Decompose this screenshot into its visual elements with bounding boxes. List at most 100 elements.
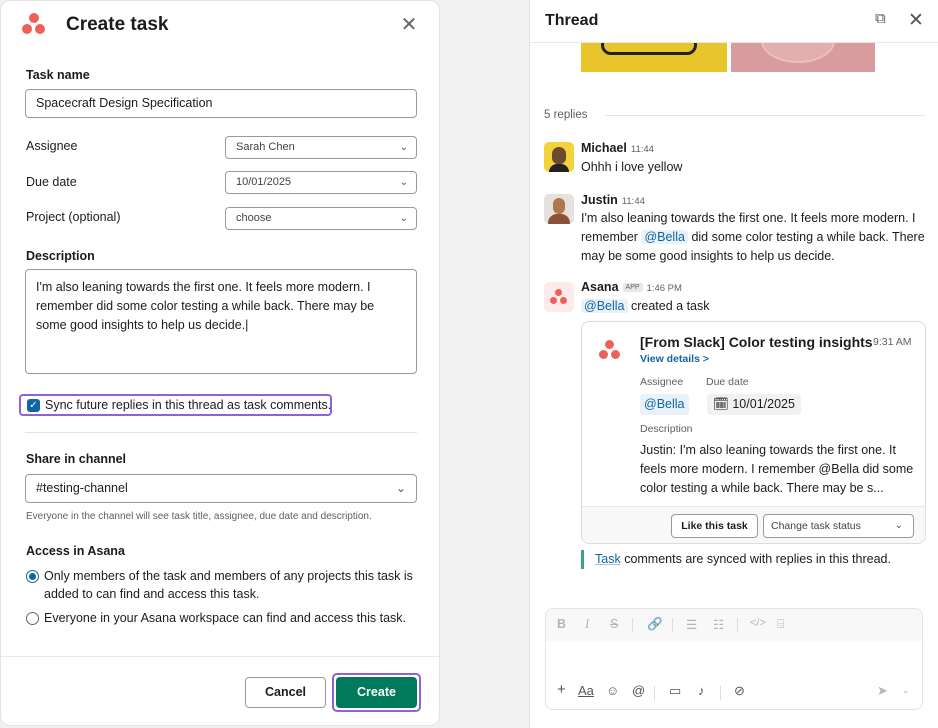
app-badge: APP [622, 283, 643, 292]
link-icon[interactable]: 🔗 [647, 617, 663, 632]
due-date-label: Due date [26, 175, 77, 189]
strikethrough-icon[interactable]: S [610, 617, 618, 631]
message-author[interactable]: Michael 11:44 [581, 141, 654, 155]
mention-icon[interactable]: @ [632, 683, 645, 698]
thread-title: Thread [545, 12, 599, 29]
video-icon[interactable]: ▭ [669, 683, 681, 699]
sync-replies-label: Sync future replies in this thread as ta… [45, 398, 332, 412]
message-author[interactable]: Asana APP 1:46 PM [581, 280, 682, 294]
assignee-label: Assignee [640, 376, 684, 388]
project-value: choose [236, 212, 272, 224]
toolbar-separator [672, 618, 673, 632]
due-date-select[interactable]: 10/01/2025 ⌄ [225, 171, 417, 194]
synced-notice: Task comments are synced with replies in… [581, 550, 891, 569]
due-date-chip[interactable]: 🗓 10/01/2025 [707, 394, 801, 415]
task-card-description: Justin: I'm also leaning towards the fir… [640, 441, 920, 498]
message-text: I'm also leaning towards the first one. … [581, 209, 931, 266]
message-composer[interactable]: B I S 🔗 ☰ ☷ </> ⌸ + Aa ☺ @ ▭ ♪ ⊘ ➤ ⌄ [545, 608, 923, 710]
microphone-icon[interactable]: ♪ [698, 683, 705, 698]
access-radio-workspace[interactable] [26, 612, 39, 625]
assignee-select[interactable]: Sarah Chen ⌄ [225, 136, 417, 159]
checkbox-checked-icon[interactable]: ✓ [27, 399, 40, 412]
bulleted-list-icon[interactable]: ☷ [713, 617, 724, 632]
send-icon[interactable]: ➤ [877, 683, 888, 699]
app-root: Create task ✕ Task name Spacecraft Desig… [0, 0, 938, 728]
slash-command-icon[interactable]: ⊘ [734, 683, 745, 699]
assignee-chip[interactable]: @Bella [640, 394, 689, 415]
italic-icon[interactable]: I [585, 617, 589, 632]
avatar[interactable] [544, 194, 574, 224]
formatting-toolbar: B I S 🔗 ☰ ☷ </> ⌸ [546, 609, 922, 641]
sync-replies-checkbox[interactable]: ✓ Sync future replies in this thread as … [19, 394, 332, 416]
synced-notice-text: comments are synced with replies in this… [624, 552, 891, 566]
close-icon[interactable]: ✕ [397, 13, 421, 37]
description-textarea[interactable]: I'm also leaning towards the first one. … [25, 269, 417, 374]
project-label: Project (optional) [26, 210, 121, 224]
author-name: Justin [581, 193, 618, 207]
task-name-input[interactable]: Spacecraft Design Specification [25, 89, 417, 118]
code-icon[interactable]: </> [750, 617, 766, 629]
chevron-down-icon: ⌄ [399, 177, 408, 188]
assignee-label: Assignee [26, 139, 78, 153]
emoji-icon[interactable]: ☺ [606, 683, 619, 698]
asana-task-card: [From Slack] Color testing insights 9:31… [581, 321, 926, 544]
message-time[interactable]: 1:46 PM [647, 283, 682, 294]
calendar-icon: 🗓 [713, 397, 729, 411]
task-card-title[interactable]: [From Slack] Color testing insights [640, 334, 873, 350]
avatar[interactable] [544, 142, 574, 172]
access-option-workspace: Everyone in your Asana workspace can fin… [44, 611, 406, 625]
chevron-down-icon: ⌄ [894, 520, 903, 531]
channel-select[interactable]: #testing-channel ⌄ [25, 474, 417, 503]
chevron-down-icon[interactable]: ⌄ [902, 685, 910, 696]
assignee-value: Sarah Chen [236, 141, 295, 153]
attached-image-pink[interactable] [731, 43, 875, 72]
text-format-icon[interactable]: Aa [578, 683, 594, 698]
replies-divider [605, 115, 925, 116]
asana-app-avatar[interactable] [544, 282, 574, 312]
task-name-label: Task name [26, 68, 90, 82]
cancel-button[interactable]: Cancel [245, 677, 326, 708]
due-date-value: 10/01/2025 [732, 397, 795, 411]
asana-logo-icon [599, 340, 621, 360]
description-label: Description [640, 423, 693, 435]
channel-value: #testing-channel [36, 481, 128, 495]
access-label: Access in Asana [26, 544, 125, 558]
view-details-link[interactable]: View details > [640, 353, 709, 365]
author-name: Michael [581, 141, 627, 155]
message-text: Ohhh i love yellow [581, 160, 683, 174]
task-card-actions: Like this task Change task status ⌄ [582, 506, 925, 543]
create-button[interactable]: Create [336, 677, 417, 708]
task-card-time: 9:31 AM [873, 336, 912, 348]
modal-header: Create task ✕ [1, 1, 439, 51]
open-in-window-icon[interactable]: ⧉ [875, 10, 895, 30]
message-time[interactable]: 11:44 [622, 196, 645, 207]
replies-count: 5 replies [544, 109, 588, 121]
due-date-value: 10/01/2025 [236, 176, 292, 188]
message-text-part: created a task [630, 299, 710, 313]
attached-image-yellow[interactable] [581, 43, 727, 72]
create-task-modal: Create task ✕ Task name Spacecraft Desig… [0, 0, 440, 726]
mention-bella[interactable]: @Bella [641, 230, 688, 244]
toolbar-separator [654, 686, 655, 700]
mention-bella[interactable]: @Bella [581, 299, 628, 313]
code-block-icon[interactable]: ⌸ [777, 617, 785, 632]
close-icon[interactable]: ✕ [908, 9, 924, 32]
bold-icon[interactable]: B [557, 617, 566, 631]
message-author[interactable]: Justin 11:44 [581, 193, 645, 207]
project-select[interactable]: choose ⌄ [225, 207, 417, 230]
chevron-down-icon: ⌄ [399, 142, 408, 153]
mention-bella[interactable]: @Bella [819, 462, 860, 476]
ordered-list-icon[interactable]: ☰ [686, 617, 697, 632]
footer-divider [1, 656, 439, 657]
task-link[interactable]: Task [595, 552, 621, 566]
plus-icon[interactable]: + [557, 681, 566, 698]
access-radio-members[interactable] [26, 570, 39, 583]
modal-title: Create task [66, 14, 169, 35]
toolbar-separator [632, 618, 633, 632]
change-task-status-select[interactable]: Change task status ⌄ [763, 514, 914, 538]
share-help-text: Everyone in the channel will see task ti… [26, 511, 372, 522]
like-task-button[interactable]: Like this task [671, 514, 758, 538]
message-time[interactable]: 11:44 [631, 144, 654, 155]
thread-panel: Thread ⧉ ✕ 5 replies Michael 11:44 Ohhh i… [529, 0, 938, 728]
toolbar-separator [737, 618, 738, 632]
